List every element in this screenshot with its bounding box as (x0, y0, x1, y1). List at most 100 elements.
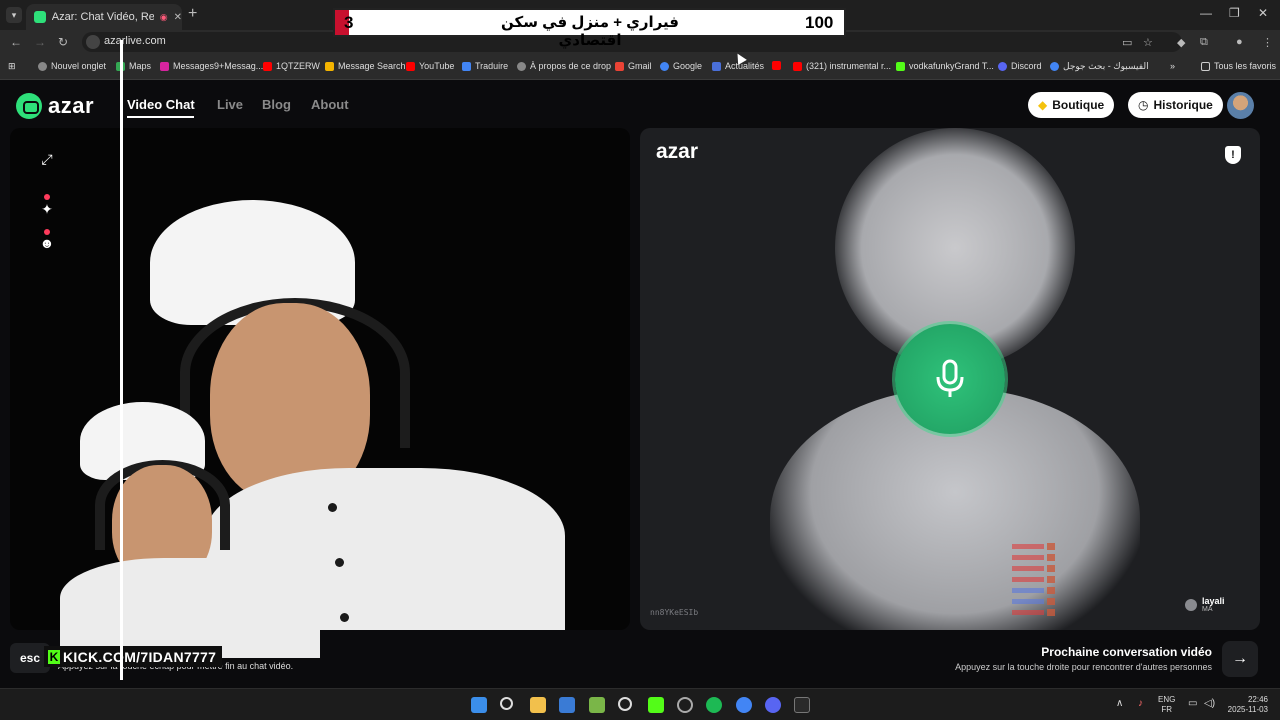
new-tab-button[interactable]: + (188, 5, 197, 23)
nav-about[interactable]: About (311, 97, 349, 112)
maximize-icon[interactable]: ❐ (1229, 6, 1240, 20)
peer-country: MA (1202, 606, 1213, 613)
azar-logo[interactable]: azar (16, 93, 94, 119)
site-info-icon[interactable] (86, 35, 100, 49)
bookmark-label: Tous les favoris (1214, 61, 1277, 71)
discord-icon (998, 61, 1007, 71)
bookmark-item[interactable]: Nouvel onglet (38, 61, 106, 71)
nav-video-chat[interactable]: Video Chat (127, 97, 195, 112)
globe-icon (517, 61, 526, 71)
sparkle-effects-icon[interactable]: ✦ (38, 200, 56, 218)
microphone-button[interactable] (895, 324, 1005, 434)
tab-title: Azar: Chat Vidéo, Rencontre (51, 11, 154, 23)
browser-tab-active[interactable]: Azar: Chat Vidéo, Rencontre ◉ ✕ (26, 4, 182, 30)
bookmark-item[interactable] (772, 61, 781, 70)
lang-secondary: FR (1161, 705, 1172, 714)
bookmark-label: Google (673, 61, 703, 71)
close-window-icon[interactable]: ✕ (1258, 6, 1268, 20)
bookmark-label: (321) instrumental r... (806, 61, 892, 71)
tray-overflow-icon[interactable]: ∧ (1116, 698, 1123, 709)
windows-taskbar: ∧ ♪ ENG FR ▭ ◁) 22:46 2025-11-03 (0, 688, 1280, 720)
peer-id: nn8YKeESIb (650, 608, 699, 617)
brand-name: azar (48, 93, 95, 118)
bookmark-item[interactable]: (321) instrumental r... (793, 61, 891, 71)
azar-app: azar Video Chat Live Blog About ◆ Boutiq… (0, 80, 1280, 688)
language-indicator[interactable]: ENG FR (1158, 695, 1175, 715)
expand-icon[interactable]: ⤢ (38, 150, 56, 168)
globe-icon (38, 61, 47, 71)
url-text[interactable]: azarlive.com (104, 35, 166, 47)
bookmark-item[interactable]: Message Search (325, 61, 406, 71)
tab-close-icon[interactable]: ✕ (174, 12, 182, 23)
menu-dots-icon[interactable]: ⋮ (1262, 36, 1273, 49)
bookmark-label: vodkafunkyGrand T... (909, 61, 994, 71)
epic-games-icon[interactable] (794, 697, 810, 713)
bookmark-item[interactable]: Tous les favoris (1201, 61, 1276, 71)
chart-icon (325, 61, 334, 71)
minimize-icon[interactable]: — (1200, 6, 1212, 20)
webcam-chef-jacket (60, 558, 320, 658)
boutique-label: Boutique (1052, 98, 1105, 112)
bookmark-item[interactable]: 1QTZERW (263, 61, 320, 71)
app-icon[interactable] (589, 697, 605, 713)
spotify-icon[interactable] (706, 697, 722, 713)
discord-icon[interactable] (765, 697, 781, 713)
network-icon[interactable]: ▭ (1188, 698, 1197, 709)
bookmark-item[interactable]: Gmail (615, 61, 652, 71)
bookmark-label: Gmail (628, 61, 652, 71)
extensions-puzzle-icon[interactable]: ⧉ (1200, 36, 1208, 49)
bookmark-star-icon[interactable]: ☆ (1143, 36, 1153, 49)
search-icon[interactable] (500, 697, 513, 710)
nav-blog[interactable]: Blog (262, 97, 291, 112)
store-icon[interactable] (559, 697, 575, 713)
banner-score: 100 (805, 13, 834, 32)
youtube-icon (406, 61, 415, 71)
historique-button[interactable]: ◷ Historique (1128, 92, 1223, 118)
azar-favicon-icon (34, 11, 46, 23)
cast-icon[interactable]: ▭ (1122, 36, 1132, 49)
app-icon[interactable] (677, 697, 693, 713)
obs-icon[interactable] (618, 697, 632, 711)
tab-search-button[interactable]: ▾ (6, 7, 22, 23)
peer-info[interactable]: layali MA (1185, 596, 1225, 613)
back-icon[interactable]: ← (10, 35, 22, 49)
nav-live[interactable]: Live (217, 97, 243, 112)
start-icon[interactable] (471, 697, 487, 713)
boutique-button[interactable]: ◆ Boutique (1028, 92, 1115, 118)
reload-icon[interactable]: ↻ (58, 35, 68, 49)
bookmark-item[interactable]: Google (660, 61, 702, 71)
face-filter-icon[interactable]: ☻ (38, 234, 56, 252)
notification-dot (44, 194, 50, 200)
bookmark-item[interactable]: Discord (998, 61, 1042, 71)
bookmark-label: Actualités (725, 61, 765, 71)
chrome-icon[interactable] (736, 697, 752, 713)
bookmark-item[interactable]: vodkafunkyGrand T... (896, 61, 994, 71)
microphone-tray-icon[interactable]: ♪ (1138, 698, 1143, 709)
forward-icon[interactable]: → (34, 35, 46, 49)
jacket-button (340, 613, 349, 622)
kick-icon[interactable] (648, 697, 664, 713)
bookmark-item[interactable]: الفيسبوك - بحث جوجل (1050, 61, 1149, 72)
next-chat-button[interactable]: → (1222, 641, 1258, 677)
lang-primary: ENG (1158, 695, 1176, 704)
bookmark-label: À propos de ce drop (530, 61, 612, 71)
volume-icon[interactable]: ◁) (1204, 698, 1215, 709)
taskbar-clock[interactable]: 22:46 2025-11-03 (1222, 695, 1268, 715)
more-bookmarks-icon[interactable]: » (1170, 61, 1175, 71)
kick-channel-text: KICK.COM/7IDAN7777 (63, 648, 217, 665)
apps-grid-icon[interactable]: ⊞ (8, 61, 16, 72)
user-avatar[interactable] (1227, 92, 1254, 119)
bookmark-item[interactable]: Messages9+Messag... (160, 61, 263, 71)
peer-panel-logo: azar (656, 140, 699, 163)
profile-icon[interactable]: ● (1236, 36, 1243, 48)
file-explorer-icon[interactable] (530, 697, 546, 713)
next-chat-instruction: Appuyez sur la touche droite pour rencon… (955, 662, 1212, 672)
bookmark-item[interactable]: Traduire (462, 61, 508, 71)
extension-icon[interactable]: ◆ (1177, 36, 1185, 49)
bookmark-item[interactable]: À propos de ce drop (517, 61, 611, 71)
report-shield-icon[interactable]: ! (1225, 146, 1241, 164)
youtube-icon (772, 61, 781, 70)
gmail-icon (615, 61, 624, 71)
clock-date: 2025-11-03 (1227, 705, 1268, 714)
bookmark-item[interactable]: YouTube (406, 61, 454, 71)
